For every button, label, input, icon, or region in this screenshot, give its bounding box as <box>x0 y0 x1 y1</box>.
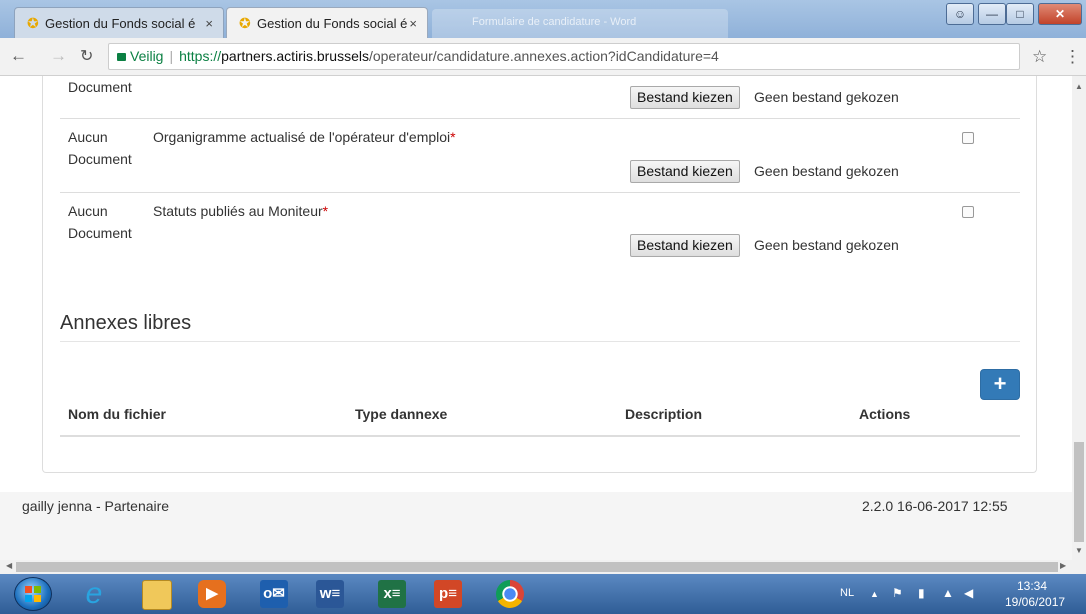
excel-icon: x≡ <box>378 580 406 608</box>
page-content: Document Bestand kiezen Geen bestand gek… <box>0 76 1072 560</box>
bookmark-star-icon[interactable]: ☆ <box>1032 47 1047 67</box>
page-footer: gailly jenna - Partenaire 2.2.0 16-06-20… <box>0 492 1072 560</box>
vertical-scrollbar[interactable]: ▲ ▼ <box>1072 76 1086 560</box>
tab-title: Gestion du Fonds social é <box>45 16 196 31</box>
browser-menu-icon[interactable]: ⋮ <box>1064 47 1081 67</box>
powerpoint-icon: p≡ <box>434 580 462 608</box>
secure-label: Veilig <box>130 48 164 64</box>
close-window-button[interactable]: ✕ <box>1038 3 1082 25</box>
lock-icon <box>117 53 126 61</box>
horizontal-scroll-thumb[interactable] <box>16 562 1058 572</box>
document-row: Aucun Document Statuts publiés au Monite… <box>60 192 1020 266</box>
internet-explorer-icon: e <box>85 577 103 610</box>
taskbar-word[interactable]: w≡ <box>302 578 358 610</box>
footer-version: 2.2.0 16-06-2017 12:55 <box>862 498 1008 514</box>
actiris-favicon-icon: ✪ <box>239 15 251 31</box>
show-hidden-icons-icon[interactable]: ▲ <box>870 589 879 599</box>
scroll-down-arrow-icon[interactable]: ▼ <box>1075 546 1083 555</box>
windows-taskbar: e ▶ o✉ w≡ x≡ p≡ NL ▲ ⚑ ▮ ▲ ◀ 13:34 19/06… <box>0 574 1086 614</box>
taskbar-outlook[interactable]: o✉ <box>246 578 302 610</box>
scroll-up-arrow-icon[interactable]: ▲ <box>1075 82 1083 91</box>
document-row: Document Bestand kiezen Geen bestand gek… <box>60 76 1020 119</box>
taskbar-internet-explorer[interactable]: e <box>66 578 122 610</box>
action-center-flag-icon[interactable]: ⚑ <box>892 586 903 600</box>
url-bar[interactable]: Veilig | https://partners.actiris.brussels… <box>108 43 1020 70</box>
network-signal-icon[interactable]: ▲ <box>942 586 954 600</box>
forward-arrow-icon[interactable]: → <box>50 46 67 66</box>
column-header-type: Type dannexe <box>355 406 448 422</box>
file-chosen-status: Geen bestand gekozen <box>754 89 899 105</box>
column-header-filename: Nom du fichier <box>68 406 167 422</box>
document-checkbox[interactable] <box>962 206 974 218</box>
table-header-divider <box>60 435 1020 437</box>
battery-icon[interactable]: ▮ <box>918 586 925 600</box>
background-window-title: Formulaire de candidature - Word <box>472 16 637 28</box>
maximize-button[interactable]: □ <box>1006 3 1034 25</box>
column-header-description: Description <box>625 406 703 422</box>
footer-user: gailly jenna - Partenaire <box>22 498 170 514</box>
url-path: /operateur/candidature.annexes.action?id… <box>368 48 719 64</box>
column-header-actions: Actions <box>859 406 911 422</box>
required-marker: * <box>450 129 456 145</box>
choose-file-button[interactable]: Bestand kiezen <box>630 160 740 183</box>
tab-title: Gestion du Fonds social é <box>257 16 408 31</box>
minimize-button[interactable]: — <box>978 3 1006 25</box>
volume-icon[interactable]: ◀ <box>964 586 973 600</box>
user-profile-button[interactable]: ☺ <box>946 3 974 25</box>
document-title: Organigramme actualisé de l'opérateur d'… <box>153 126 456 148</box>
annexes-libres-heading: Annexes libres <box>60 312 192 334</box>
document-checkbox[interactable] <box>962 132 974 144</box>
address-toolbar: ← → ↻ Veilig | https://partners.actiris.br… <box>0 38 1086 76</box>
browser-tab-1[interactable]: ✪ Gestion du Fonds social é × <box>14 7 224 38</box>
document-row: Aucun Document Organigramme actualisé de… <box>60 118 1020 193</box>
new-tab-button[interactable]: Formulaire de candidature - Word <box>432 9 728 38</box>
heading-divider <box>60 341 1020 342</box>
browser-tab-2-active[interactable]: ✪ Gestion du Fonds social é × <box>226 7 428 38</box>
vertical-scroll-thumb[interactable] <box>1074 442 1084 542</box>
back-arrow-icon[interactable]: ← <box>10 46 27 66</box>
actiris-favicon-icon: ✪ <box>27 15 39 31</box>
clock-time[interactable]: 13:34 <box>1017 579 1047 593</box>
folder-icon <box>142 580 172 610</box>
taskbar-file-explorer[interactable] <box>128 578 184 610</box>
language-indicator[interactable]: NL <box>840 587 854 599</box>
system-tray: NL ▲ ⚑ ▮ ▲ ◀ 13:34 19/06/2017 <box>840 574 1086 614</box>
outlook-icon: o✉ <box>260 580 288 608</box>
document-title: Statuts publiés au Moniteur* <box>153 200 328 222</box>
choose-file-button[interactable]: Bestand kiezen <box>630 234 740 257</box>
url-host: partners.actiris.brussels <box>221 48 369 64</box>
clock-date[interactable]: 19/06/2017 <box>1005 595 1065 609</box>
taskbar-excel[interactable]: x≡ <box>364 578 420 610</box>
chrome-icon <box>496 580 524 608</box>
document-status: Aucun Document <box>68 203 132 241</box>
word-icon: w≡ <box>316 580 344 608</box>
document-status: Aucun Document <box>68 129 132 167</box>
taskbar-media-player[interactable]: ▶ <box>184 578 240 610</box>
scroll-left-arrow-icon[interactable]: ◀ <box>6 561 12 570</box>
start-button[interactable] <box>14 577 52 611</box>
media-player-icon: ▶ <box>198 580 226 608</box>
document-title-text: Statuts publiés au Moniteur <box>153 203 323 219</box>
scroll-right-arrow-icon[interactable]: ▶ <box>1060 561 1066 570</box>
add-annex-button[interactable]: + <box>980 369 1020 400</box>
reload-icon[interactable]: ↻ <box>80 46 93 66</box>
window-titlebar: ✪ Gestion du Fonds social é × ✪ Gestion … <box>0 0 1086 38</box>
taskbar-chrome[interactable] <box>482 578 538 610</box>
url-scheme: https:// <box>179 48 222 64</box>
document-status: Document <box>68 79 132 95</box>
file-chosen-status: Geen bestand gekozen <box>754 163 899 179</box>
file-chosen-status: Geen bestand gekozen <box>754 237 899 253</box>
windows-logo-icon <box>25 586 41 602</box>
tab-close-icon[interactable]: × <box>409 8 417 39</box>
taskbar-powerpoint[interactable]: p≡ <box>420 578 476 610</box>
choose-file-button[interactable]: Bestand kiezen <box>630 86 740 109</box>
url-separator: | <box>169 48 174 64</box>
horizontal-scrollbar[interactable]: ◀ ▶ <box>0 560 1086 574</box>
required-marker: * <box>322 203 329 219</box>
tab-close-icon[interactable]: × <box>205 8 213 39</box>
document-title-text: Organigramme actualisé de l'opérateur d'… <box>153 129 451 145</box>
